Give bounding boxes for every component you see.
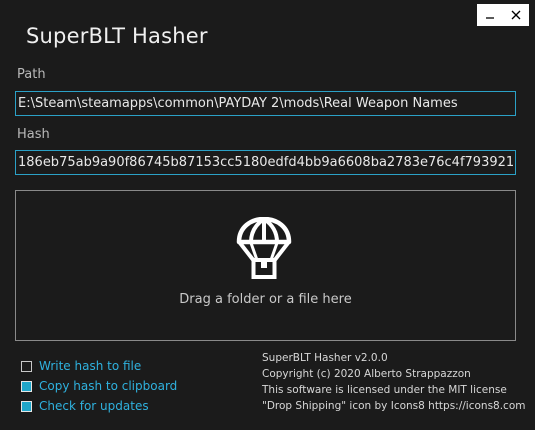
window-controls bbox=[477, 4, 529, 26]
options-list: Write hash to file Copy hash to clipboar… bbox=[21, 356, 177, 416]
option-write-hash[interactable]: Write hash to file bbox=[21, 356, 177, 376]
check-updates-checkbox[interactable] bbox=[21, 400, 32, 412]
icon-credit-text: "Drop Shipping" icon by Icons8 https://i… bbox=[262, 400, 526, 412]
copy-hash-label[interactable]: Copy hash to clipboard bbox=[39, 379, 177, 393]
about-info: SuperBLT Hasher v2.0.0 Copyright (c) 202… bbox=[262, 350, 525, 414]
option-copy-hash[interactable]: Copy hash to clipboard bbox=[21, 376, 177, 396]
option-check-updates[interactable]: Check for updates bbox=[21, 396, 177, 416]
close-button[interactable] bbox=[503, 4, 529, 26]
drop-zone[interactable]: Drag a folder or a file here bbox=[15, 190, 516, 341]
minimize-button[interactable] bbox=[477, 4, 503, 26]
drop-zone-text: Drag a folder or a file here bbox=[179, 292, 352, 307]
copyright-text: Copyright (c) 2020 Alberto Strappazzon bbox=[262, 368, 471, 380]
copy-hash-checkbox[interactable] bbox=[21, 380, 32, 392]
write-hash-checkbox[interactable] bbox=[21, 360, 32, 372]
close-icon bbox=[511, 10, 521, 20]
hash-label: Hash bbox=[17, 127, 50, 142]
path-input[interactable] bbox=[15, 91, 516, 116]
hash-input[interactable] bbox=[15, 150, 516, 175]
parachute-package-icon bbox=[236, 217, 292, 279]
app-title: SuperBLT Hasher bbox=[26, 24, 208, 48]
write-hash-label[interactable]: Write hash to file bbox=[39, 359, 141, 373]
app-window: SuperBLT Hasher Path Hash Drag a folder … bbox=[0, 0, 535, 430]
license-text: This software is licensed under the MIT … bbox=[262, 384, 507, 396]
path-label: Path bbox=[17, 67, 46, 82]
version-text: SuperBLT Hasher v2.0.0 bbox=[262, 352, 388, 364]
minimize-icon bbox=[486, 17, 494, 19]
check-updates-label[interactable]: Check for updates bbox=[39, 399, 149, 413]
